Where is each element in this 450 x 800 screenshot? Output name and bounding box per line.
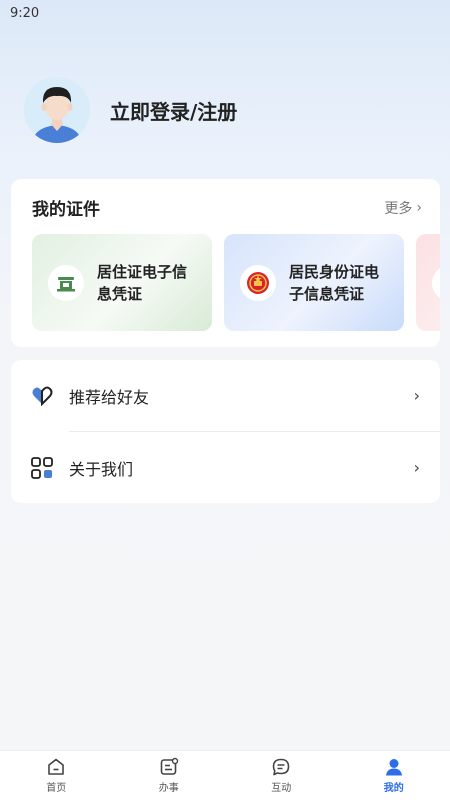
menu-card: 推荐给好友 › 关于我们 ›	[11, 360, 440, 503]
service-icon	[160, 757, 178, 775]
tab-label: 办事	[158, 783, 179, 794]
status-bar: 9:20	[0, 0, 450, 26]
my-certificates-card: 我的证件 更多 › 居住证电子信 息凭证 居民身份证电 子信息凭证	[11, 179, 440, 347]
certificate-residence-permit[interactable]: 居住证电子信 息凭证	[32, 234, 212, 331]
menu-item-about[interactable]: 关于我们 ›	[11, 432, 440, 503]
certificate-label: 居民身份证电 子信息凭证	[289, 262, 380, 303]
status-time: 9:20	[10, 6, 40, 21]
certificate-label: 居住证电子信 息凭证	[97, 262, 188, 303]
home-icon	[48, 758, 65, 775]
chat-icon	[272, 758, 290, 776]
certificates-header: 我的证件 更多 ›	[32, 195, 422, 221]
user-avatar-icon	[24, 77, 90, 143]
certificate-carousel[interactable]: 居住证电子信 息凭证 居民身份证电 子信息凭证	[32, 234, 440, 331]
chevron-right-icon: ›	[413, 458, 420, 477]
tab-home[interactable]: 首页	[0, 751, 113, 800]
certificate-emblem-icon	[432, 264, 440, 301]
profile-header: 立即登录/注册	[24, 76, 237, 144]
tab-label: 首页	[46, 783, 67, 794]
heart-share-icon	[31, 385, 53, 407]
certificates-title: 我的证件	[32, 200, 100, 220]
chevron-right-icon: ›	[413, 386, 420, 405]
certificate-partial[interactable]	[416, 234, 440, 331]
login-register-link[interactable]: 立即登录/注册	[110, 96, 237, 125]
menu-item-recommend[interactable]: 推荐给好友 ›	[11, 360, 440, 431]
tab-services[interactable]: 办事	[113, 751, 226, 800]
residence-permit-emblem-icon	[48, 264, 84, 301]
avatar[interactable]	[24, 77, 90, 143]
chevron-right-icon: ›	[416, 199, 422, 216]
national-emblem-icon	[240, 264, 276, 301]
tab-interaction[interactable]: 互动	[225, 751, 338, 800]
menu-item-label: 推荐给好友	[69, 387, 150, 407]
menu-item-label: 关于我们	[69, 459, 134, 479]
certificate-id-card[interactable]: 居民身份证电 子信息凭证	[224, 234, 404, 331]
grid-apps-icon	[31, 456, 53, 479]
tab-label: 互动	[271, 783, 292, 794]
more-link[interactable]: 更多 ›	[384, 198, 422, 218]
bottom-tab-bar: 首页 办事 互动 我的	[0, 750, 450, 800]
more-label: 更多	[384, 200, 413, 217]
person-icon	[385, 759, 402, 776]
tab-label: 我的	[383, 783, 404, 794]
tab-mine[interactable]: 我的	[338, 751, 450, 800]
